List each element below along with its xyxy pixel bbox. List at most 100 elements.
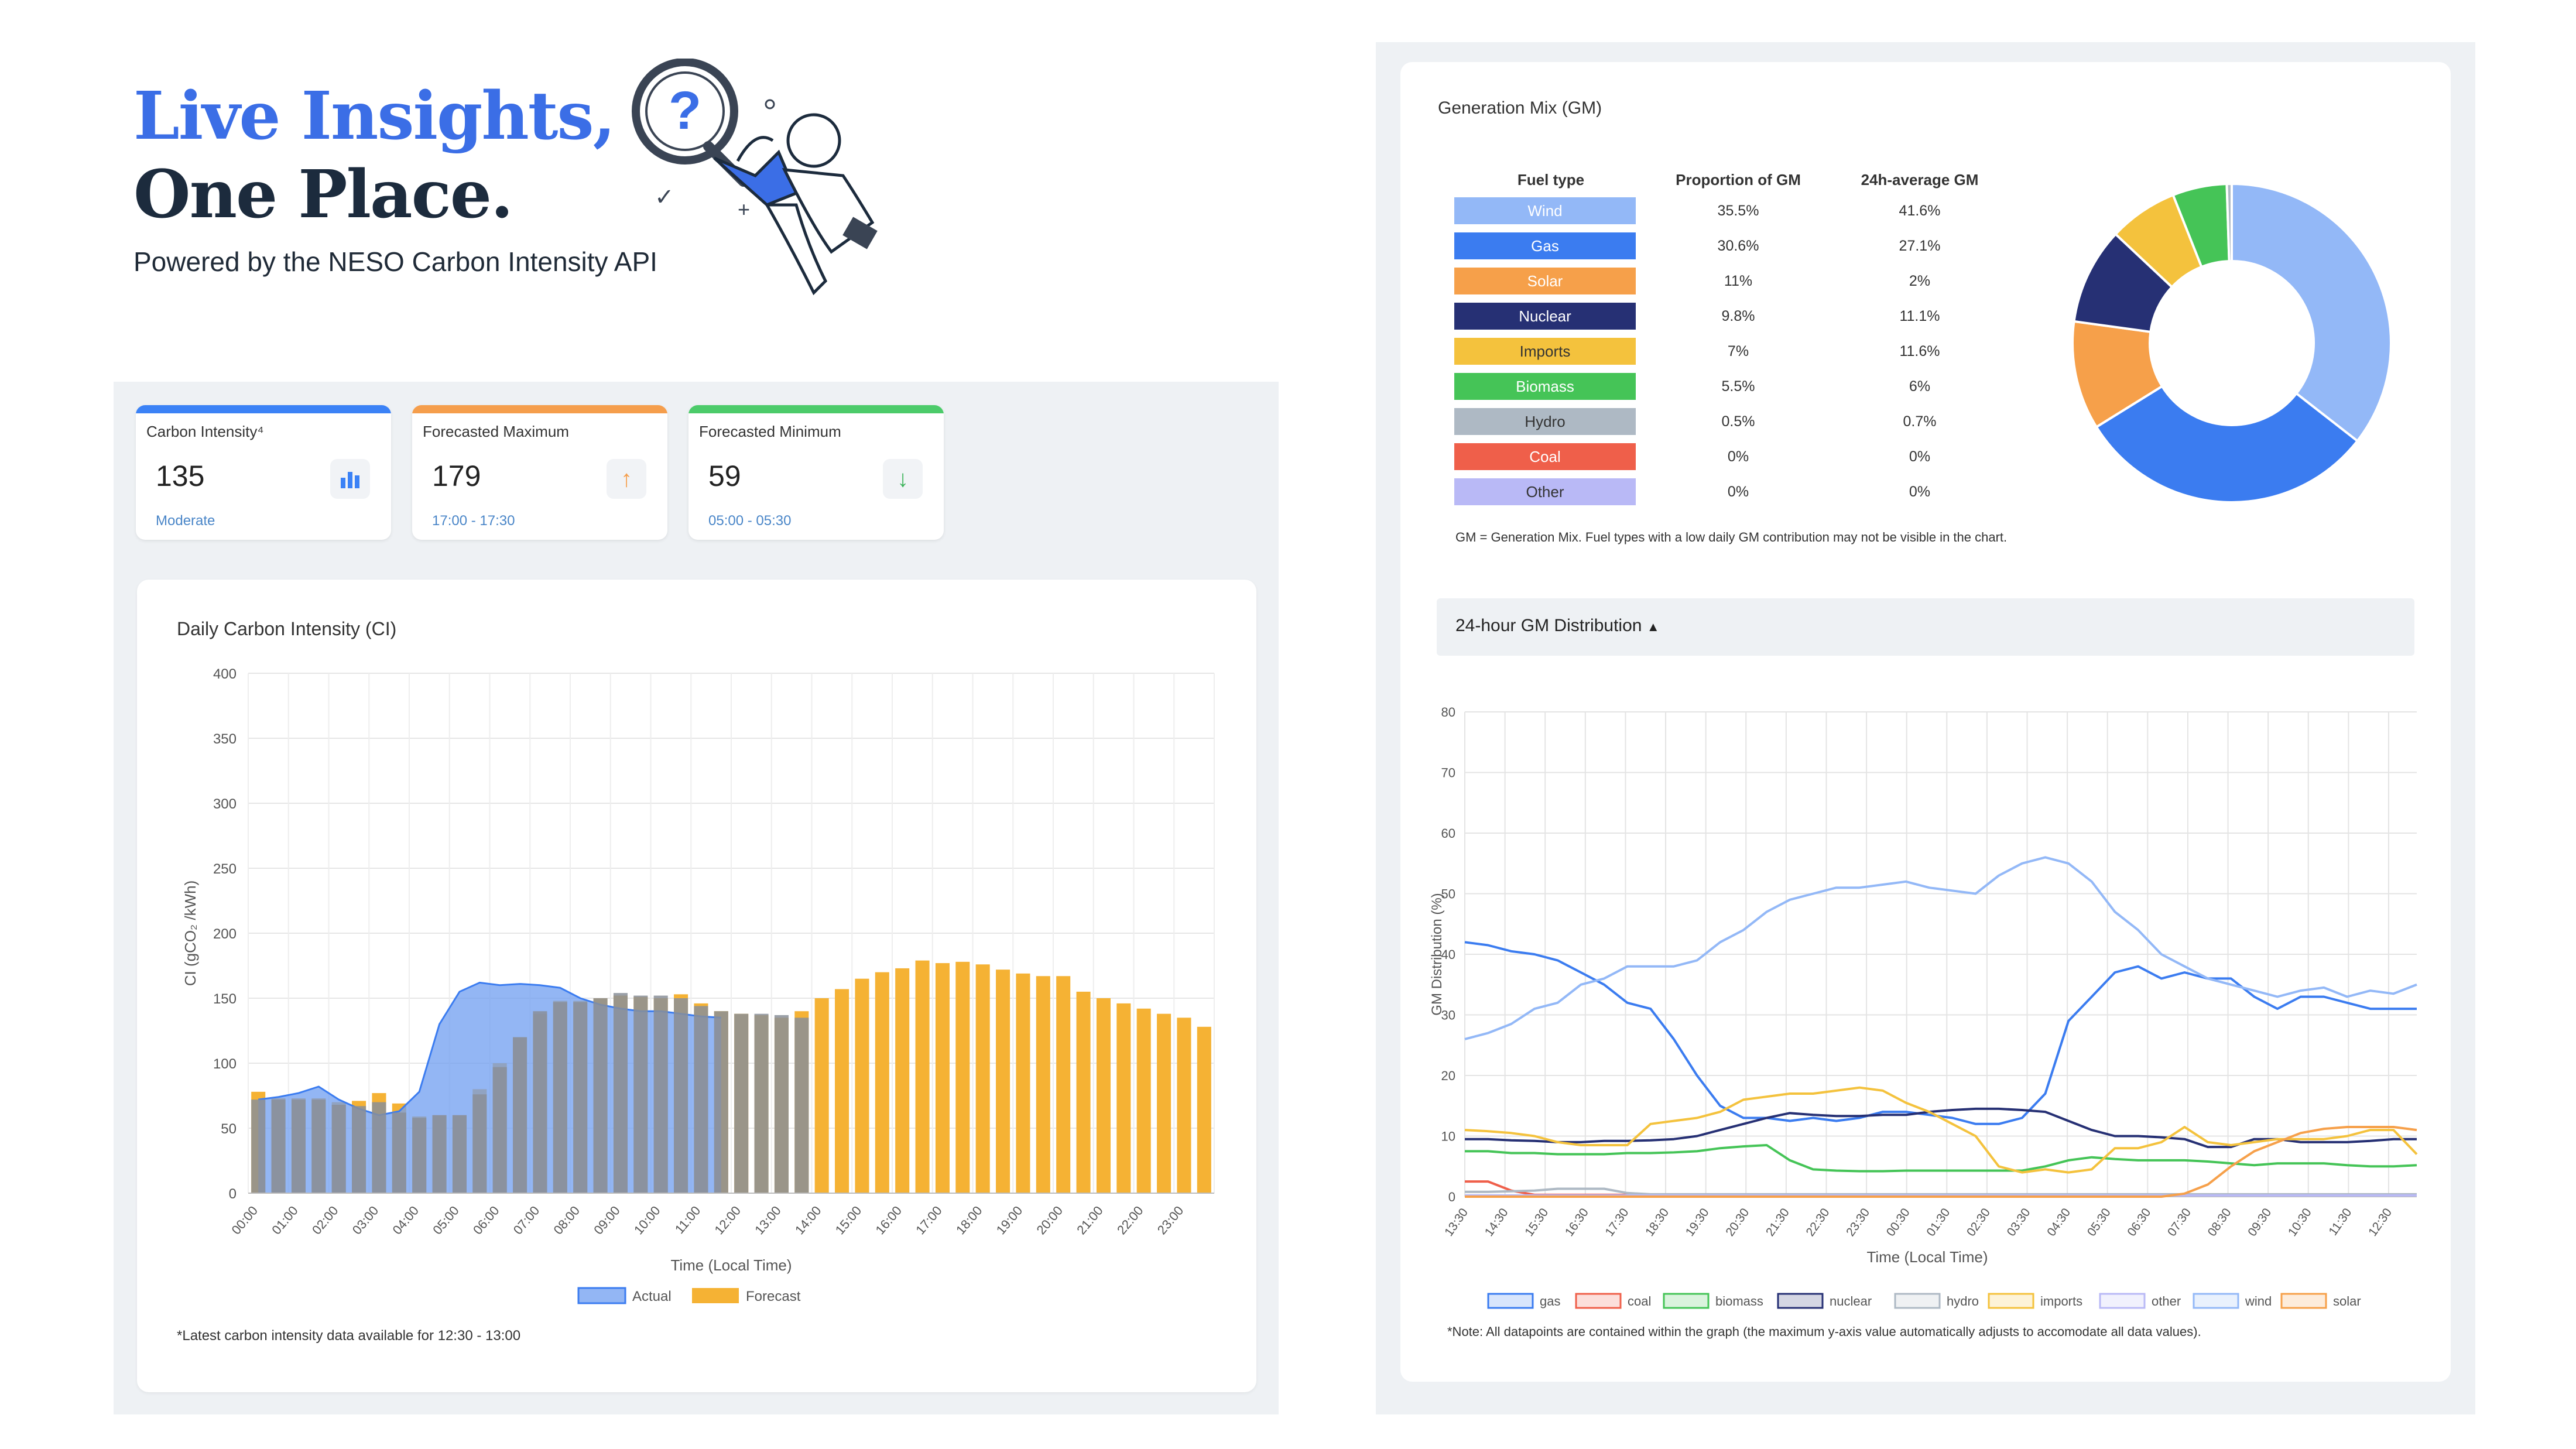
forecast-bar bbox=[814, 998, 829, 1193]
series-line-coal bbox=[1465, 1180, 2417, 1196]
fuel-label: Solar bbox=[1454, 268, 1636, 294]
gm-row-nuclear: Nuclear 9.8% 11.1% bbox=[1454, 302, 2010, 331]
fuel-label: Biomass bbox=[1454, 373, 1636, 400]
legend-swatch-biomass bbox=[1663, 1293, 1710, 1309]
x-tick-label: 00:30 bbox=[1884, 1206, 1913, 1239]
x-tick-label: 09:30 bbox=[2245, 1206, 2274, 1239]
bar-chart-icon bbox=[330, 459, 370, 499]
proportion-cell: 0% bbox=[1727, 483, 1749, 500]
x-tick-label: 05:00 bbox=[430, 1203, 462, 1237]
x-tick-label: 17:00 bbox=[913, 1203, 945, 1237]
legend-label-gas: gas bbox=[1540, 1294, 1560, 1308]
x-tick-label: 05:30 bbox=[2085, 1206, 2113, 1239]
x-tick-label: 17:30 bbox=[1603, 1206, 1632, 1239]
average-cell: 11.6% bbox=[1899, 342, 1940, 359]
forecast-bar bbox=[1096, 998, 1111, 1193]
y-tick-label: 200 bbox=[213, 926, 237, 942]
x-tick-label: 03:00 bbox=[350, 1203, 382, 1237]
actual-bar bbox=[553, 1002, 567, 1193]
search-person-illustration: ? ✓ + bbox=[632, 59, 878, 296]
x-tick-label: 04:30 bbox=[2044, 1206, 2073, 1239]
x-tick-label: 21:30 bbox=[1763, 1206, 1792, 1239]
actual-bar bbox=[774, 1015, 789, 1193]
x-tick-label: 13:00 bbox=[752, 1203, 784, 1237]
gm-row-other: Other 0% 0% bbox=[1454, 477, 2010, 506]
actual-bar bbox=[432, 1115, 447, 1193]
x-tick-label: 20:30 bbox=[1723, 1206, 1752, 1239]
average-cell: 41.6% bbox=[1899, 202, 1941, 219]
forecast-bar bbox=[975, 964, 990, 1193]
arrow-up-icon: ↑ bbox=[607, 459, 646, 499]
forecast-bar bbox=[1157, 1013, 1171, 1193]
stat-card-forecast-max: Forecasted Maximum 179 17:00 - 17:30 ↑ bbox=[412, 405, 667, 540]
x-tick-label: 01:30 bbox=[1924, 1206, 1952, 1239]
x-tick-label: 15:00 bbox=[833, 1203, 865, 1237]
stat-sub: Moderate bbox=[156, 513, 215, 529]
y-axis-label: CI (gCO₂ /kWh) bbox=[181, 881, 199, 986]
proportion-cell: 0.5% bbox=[1721, 413, 1755, 430]
col-header-average: 24h-average GM bbox=[1861, 171, 1979, 189]
generation-mix-panel: Generation Mix (GM) Fuel type Proportion… bbox=[1376, 42, 2475, 1414]
gm-row-gas: Gas 30.6% 27.1% bbox=[1454, 231, 2010, 261]
stat-sub: 05:00 - 05:30 bbox=[708, 513, 792, 529]
forecast-bar bbox=[935, 963, 950, 1193]
y-tick-label: 400 bbox=[213, 666, 237, 682]
average-cell: 0.7% bbox=[1903, 413, 1937, 430]
forecast-bar bbox=[875, 972, 889, 1193]
actual-bar bbox=[513, 1037, 527, 1193]
average-cell: 6% bbox=[1909, 378, 1931, 395]
proportion-cell: 7% bbox=[1727, 342, 1749, 359]
gm-donut-chart bbox=[2071, 182, 2392, 503]
x-tick-label: 22:00 bbox=[1114, 1203, 1146, 1237]
y-axis-label: GM Distribution (%) bbox=[1429, 893, 1445, 1015]
daily-ci-chart: 0 50 100 150 200 250 300 350 400 00:00 01:00 02:00 0… bbox=[181, 666, 1215, 1304]
x-tick-label: 10:30 bbox=[2286, 1206, 2314, 1239]
forecast-bar bbox=[1056, 976, 1071, 1193]
fuel-label: Other bbox=[1454, 478, 1636, 505]
x-tick-label: 02:00 bbox=[309, 1203, 341, 1237]
svg-text:✓: ✓ bbox=[655, 184, 674, 210]
y-tick-label: 300 bbox=[213, 796, 237, 812]
proportion-cell: 5.5% bbox=[1721, 378, 1755, 395]
legend-swatch-gas bbox=[1487, 1293, 1534, 1309]
average-cell: 2% bbox=[1909, 272, 1931, 289]
actual-bar bbox=[392, 1112, 406, 1193]
svg-text:?: ? bbox=[669, 81, 701, 141]
x-axis-label: Time (Local Time) bbox=[670, 1256, 792, 1274]
hero-subtitle: Powered by the NESO Carbon Intensity API bbox=[133, 246, 657, 277]
x-tick-label: 08:30 bbox=[2205, 1206, 2234, 1239]
x-tick-label: 09:00 bbox=[591, 1203, 623, 1237]
gm-distribution-accordion[interactable]: 24-hour GM Distribution ▲ bbox=[1437, 598, 2414, 656]
x-tick-label: 14:00 bbox=[792, 1203, 824, 1237]
series-line-wind bbox=[1464, 856, 2417, 1040]
x-tick-label: 15:30 bbox=[1522, 1206, 1551, 1239]
forecast-bar bbox=[1076, 991, 1091, 1193]
gm-row-coal: Coal 0% 0% bbox=[1454, 442, 2010, 471]
fuel-label: Gas bbox=[1454, 232, 1636, 259]
daily-ci-card: Daily Carbon Intensity (CI) 0 50 100 150 200… bbox=[137, 580, 1256, 1392]
y-tick-label: 350 bbox=[213, 731, 237, 747]
legend-label-nuclear: nuclear bbox=[1830, 1294, 1872, 1308]
gm-row-biomass: Biomass 5.5% 6% bbox=[1454, 372, 2010, 401]
col-header-proportion: Proportion of GM bbox=[1676, 171, 1801, 189]
actual-bar bbox=[472, 1094, 487, 1193]
donut-slice-wind bbox=[2231, 182, 2392, 443]
stat-accent-bar bbox=[412, 405, 667, 413]
forecast-bar bbox=[1116, 1003, 1131, 1193]
proportion-cell: 30.6% bbox=[1717, 237, 1759, 254]
stat-value: 179 bbox=[432, 460, 481, 492]
legend-swatch-nuclear bbox=[1777, 1293, 1824, 1309]
stat-accent-bar bbox=[688, 405, 944, 413]
forecast-bar bbox=[895, 968, 910, 1193]
x-tick-label: 07:30 bbox=[2165, 1206, 2194, 1239]
average-cell: 27.1% bbox=[1899, 237, 1941, 254]
actual-bar bbox=[734, 1013, 749, 1193]
actual-bar bbox=[633, 995, 648, 1193]
actual-bar bbox=[573, 1002, 588, 1193]
gm-row-wind: Wind 35.5% 41.6% bbox=[1454, 196, 2010, 225]
series-line-imports bbox=[1464, 1086, 2418, 1174]
proportion-cell: 0% bbox=[1727, 448, 1749, 465]
y-tick-label: 150 bbox=[213, 991, 237, 1007]
legend-label-wind: wind bbox=[2245, 1294, 2272, 1308]
forecast-bar bbox=[1136, 1008, 1151, 1193]
